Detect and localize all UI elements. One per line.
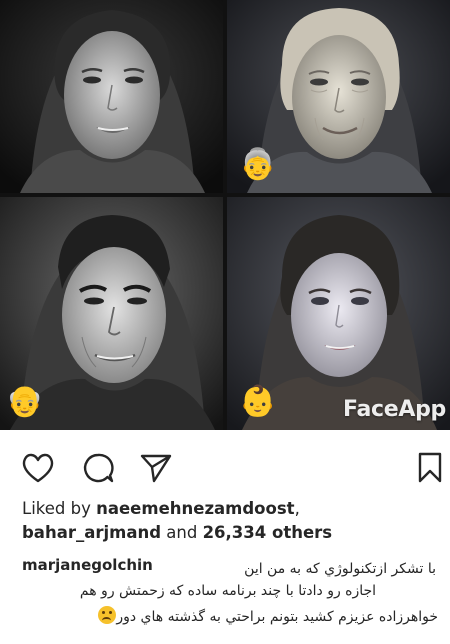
caption-username[interactable]: marjanegolchin	[22, 552, 153, 578]
old-man-emoji-icon: 👴	[6, 384, 44, 419]
liker-username-1[interactable]: naeemehnezamdoost	[96, 499, 294, 518]
likes-others-count[interactable]: 26,334 others	[203, 523, 333, 542]
post-image-grid[interactable]: 👵 👴 👶 FaceApp	[0, 0, 450, 430]
post-caption: marjanegolchin با تشکر ازتکنولوژي که به …	[14, 552, 442, 630]
comment-button[interactable]	[78, 448, 118, 488]
heart-icon	[22, 453, 54, 483]
likes-comma: ,	[294, 499, 300, 518]
caption-line-3: خواهرزاده عزيزم کشيد بتونم براحتي به گذش…	[116, 609, 438, 625]
photo-bottom-right: 👶 FaceApp	[227, 197, 450, 430]
send-icon	[140, 454, 172, 483]
like-button[interactable]	[18, 448, 58, 488]
photo-bottom-left: 👴	[0, 197, 223, 430]
likes-and: and	[161, 523, 203, 542]
likes-line-1: Liked by naeemehnezamdoost,	[22, 497, 442, 521]
photo-top-left	[0, 0, 223, 193]
liker-username-2[interactable]: bahar_arjmand	[22, 523, 161, 542]
likes-line-2: bahar_arjmand and 26,334 others	[22, 521, 442, 545]
old-woman-emoji-icon: 👵	[239, 147, 277, 182]
likes-summary: Liked by naeemehnezamdoost, bahar_arjman…	[22, 497, 442, 545]
post-action-bar	[0, 440, 450, 490]
save-button[interactable]	[414, 448, 446, 488]
photo-top-right: 👵	[227, 0, 450, 193]
caption-row-3: خواهرزاده عزيزم کشيد بتونم براحتي به گذش…	[14, 604, 442, 630]
likes-prefix: Liked by	[22, 499, 97, 518]
baby-emoji-icon: 👶	[239, 384, 277, 419]
comment-icon	[83, 453, 114, 483]
share-button[interactable]	[136, 448, 176, 488]
instagram-post: 👵 👴 👶 FaceApp Liked by naeemehnezamdoost…	[0, 0, 450, 644]
faceapp-watermark: FaceApp	[343, 397, 446, 422]
caption-line-2: اجازه رو دادتا با چند برنامه ساده که زحم…	[79, 583, 377, 599]
caption-row-1: marjanegolchin با تشکر ازتکنولوژي که به …	[14, 552, 442, 578]
sad-face-emoji-icon	[98, 606, 117, 624]
bookmark-icon	[418, 452, 442, 483]
